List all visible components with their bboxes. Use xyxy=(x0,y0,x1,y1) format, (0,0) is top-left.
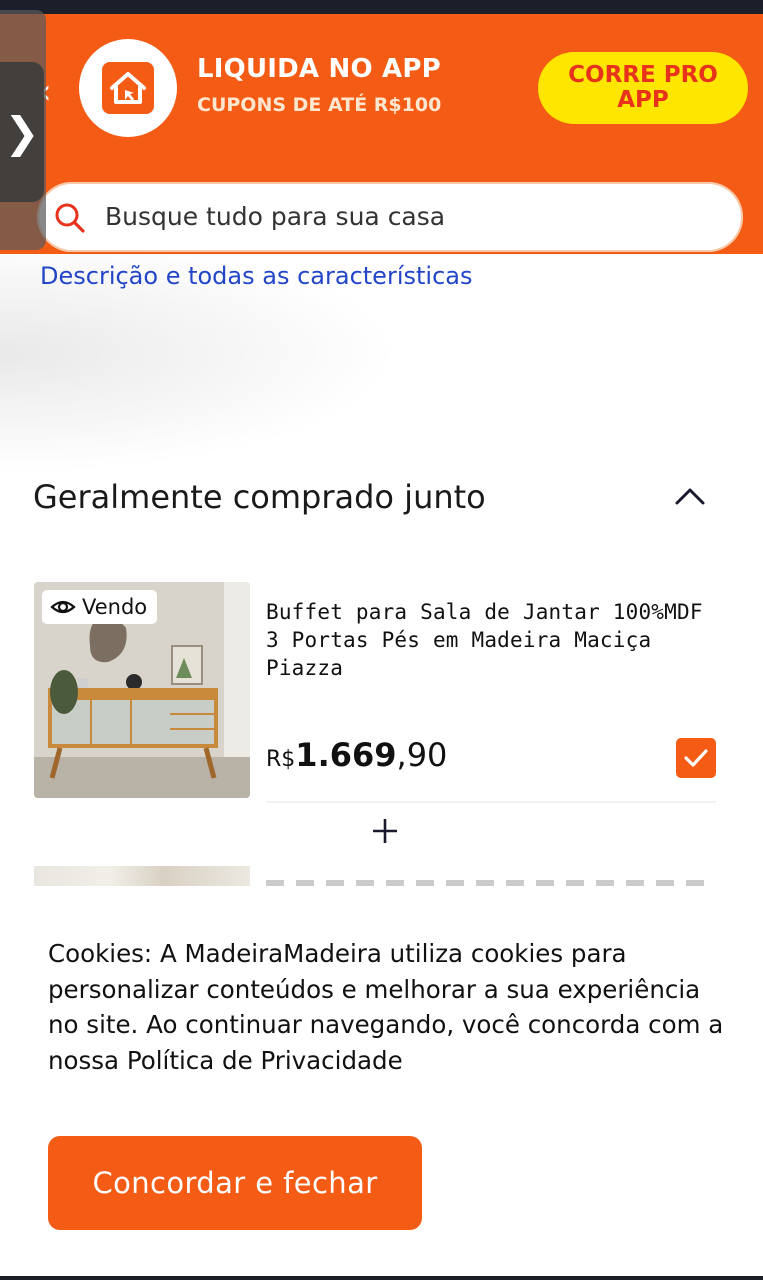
madeiramadeira-house-logo xyxy=(79,39,177,137)
search-input[interactable]: Busque tudo para sua casa xyxy=(37,182,743,252)
price-integer: 1.669 xyxy=(295,736,397,774)
search-placeholder: Busque tudo para sua casa xyxy=(105,202,446,231)
header-banner: ‹ LIQUIDA NO APP CUPONS DE ATÉ R$100 COR… xyxy=(0,14,763,254)
house-icon xyxy=(102,62,154,114)
cookie-banner: Cookies: A MadeiraMadeira utiliza cookie… xyxy=(0,886,763,1280)
watching-badge: Vendo xyxy=(42,590,158,624)
status-bar-strip xyxy=(0,0,763,14)
product-title[interactable]: Buffet para Sala de Jantar 100%MDF 3 Por… xyxy=(266,598,726,682)
side-panel-tab[interactable]: ❯ xyxy=(0,10,46,250)
product-image[interactable]: Vendo xyxy=(34,582,250,798)
divider xyxy=(266,801,716,803)
badge-label: Vendo xyxy=(82,595,148,619)
next-product-image[interactable] xyxy=(34,866,250,886)
price-decimal: ,90 xyxy=(396,736,448,774)
chevron-up-icon[interactable] xyxy=(673,484,707,508)
promo-title: LIQUIDA NO APP xyxy=(197,54,441,84)
product-select-checkbox[interactable] xyxy=(676,738,716,778)
search-icon xyxy=(55,203,85,233)
cookie-text: Cookies: A MadeiraMadeira utiliza cookie… xyxy=(48,939,724,1075)
promo-subtitle: CUPONS DE ATÉ R$100 xyxy=(197,94,442,116)
plus-icon xyxy=(373,819,397,843)
description-link[interactable]: Descrição e todas as características xyxy=(40,262,472,290)
eye-icon xyxy=(50,600,76,614)
section-title: Geralmente comprado junto xyxy=(33,478,486,516)
open-app-button[interactable]: CORRE PRO APP xyxy=(538,52,748,124)
product-price: R$1.669,90 xyxy=(266,736,447,774)
checkmark-icon xyxy=(684,749,708,767)
accept-cookies-button[interactable]: Concordar e fechar xyxy=(48,1136,422,1230)
bottom-bar xyxy=(0,1276,763,1280)
chevron-right-icon[interactable]: ❯ xyxy=(0,62,44,202)
price-currency: R$ xyxy=(266,747,296,772)
